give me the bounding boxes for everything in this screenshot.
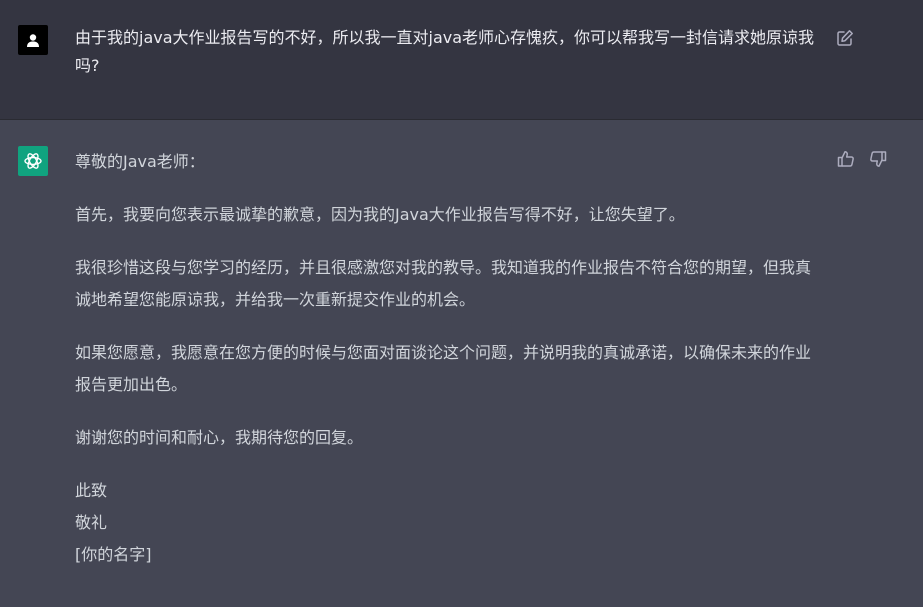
letter-paragraph: 谢谢您的时间和耐心，我期待您的回复。 [75, 428, 364, 447]
edit-icon[interactable] [836, 29, 854, 47]
letter-paragraph: 首先，我要向您表示最诚挚的歉意，因为我的Java大作业报告写得不好，让您失望了。 [75, 205, 685, 224]
user-avatar [18, 25, 48, 55]
thumbs-down-icon[interactable] [869, 150, 887, 168]
signoff-line: [你的名字] [75, 545, 152, 564]
thumbs-up-icon[interactable] [837, 150, 855, 168]
assistant-message-row: 尊敬的Java老师： 首先，我要向您表示最诚挚的歉意，因为我的Java大作业报告… [0, 120, 923, 607]
signoff-line: 此致 [75, 481, 108, 500]
user-message-text: 由于我的java大作业报告写的不好，所以我一直对java老师心存愧疚，你可以帮我… [75, 28, 815, 75]
openai-logo-icon [24, 153, 42, 169]
signoff-line: 敬礼 [75, 513, 108, 532]
user-silhouette-icon [27, 34, 39, 47]
letter-paragraph: 我很珍惜这段与您学习的经历，并且很感激您对我的教导。我知道我的作业报告不符合您的… [75, 258, 812, 309]
letter-paragraph: 如果您愿意，我愿意在您方便的时候与您面对面谈论这个问题，并说明我的真诚承诺，以确… [75, 343, 812, 394]
letter-signoff: 此致 敬礼 [你的名字] [75, 475, 825, 571]
assistant-avatar [18, 146, 48, 176]
letter-greeting: 尊敬的Java老师： [75, 152, 205, 171]
assistant-message-text: 尊敬的Java老师： 首先，我要向您表示最诚挚的歉意，因为我的Java大作业报告… [75, 146, 825, 571]
user-message-row: 由于我的java大作业报告写的不好，所以我一直对java老师心存愧疚，你可以帮我… [0, 0, 923, 120]
